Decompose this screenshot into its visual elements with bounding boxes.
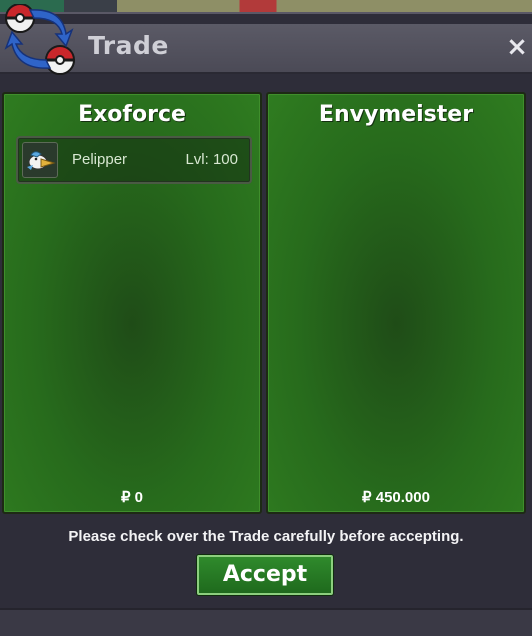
left-player-name: Exoforce [78,102,186,127]
offer-panel-left: Exoforce Pelipper Lvl: 100 ₽ 0 [2,92,262,514]
offer-panel-right: Envymeister ₽ 450.000 [266,92,526,514]
trade-exchange-icon [4,4,76,75]
window-title: Trade [88,31,169,60]
bottom-bar [0,608,532,636]
trade-window: Trade × Exoforce Pelipper Lvl: 100 ₽ 0 E… [0,4,532,636]
left-money-amount: ₽ 0 [120,489,144,506]
item-level: Lvl: 100 [185,151,238,168]
trade-notice-text: Please check over the Trade carefully be… [68,528,464,545]
pelipper-icon [22,142,58,178]
right-player-name: Envymeister [318,102,474,127]
accept-button[interactable]: Accept [197,555,333,595]
close-button[interactable]: × [504,32,530,62]
item-name: Pelipper [72,151,128,168]
right-money-amount: ₽ 450.000 [362,489,430,506]
trade-item-row[interactable]: Pelipper Lvl: 100 [16,136,252,184]
